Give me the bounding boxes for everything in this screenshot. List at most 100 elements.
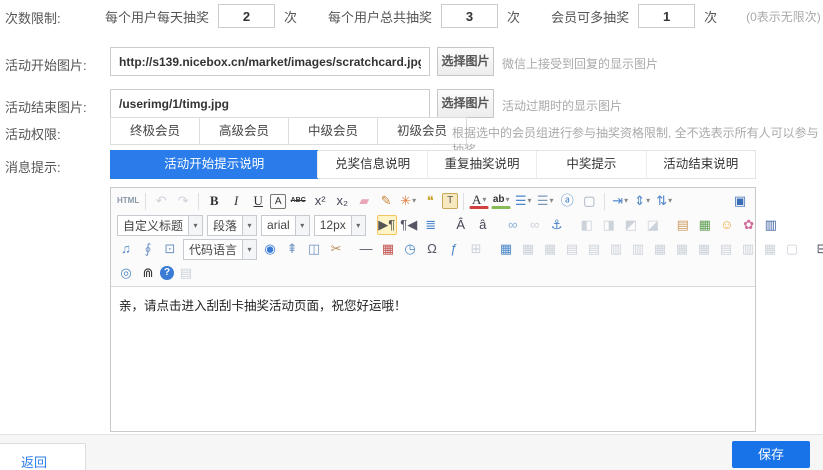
message-tab[interactable]: 兑奖信息说明 — [317, 151, 426, 178]
daily-draws-label: 每个用户每天抽奖 — [105, 7, 209, 26]
help-icon[interactable]: ? — [160, 266, 174, 280]
anchor-icon[interactable]: ⚓ — [547, 215, 567, 235]
save-button[interactable]: 保存 — [732, 441, 810, 468]
graffiti-icon[interactable]: ✿ — [739, 215, 759, 235]
unordered-list-icon[interactable]: ☰▾ — [535, 191, 555, 211]
paragraph-spacing-icon[interactable]: ⇅▾ — [654, 191, 674, 211]
source-icon[interactable]: HTML — [116, 191, 140, 211]
end-image-input[interactable] — [110, 89, 430, 118]
new-page-icon[interactable]: ▢ — [579, 191, 599, 211]
to-lowercase-icon[interactable]: â — [473, 215, 493, 235]
insert-iframe-icon[interactable]: ⊡ — [160, 239, 180, 259]
horizontal-rule-icon[interactable]: — — [356, 239, 376, 259]
search-replace-icon[interactable]: ⋒ — [138, 263, 158, 283]
table-align-left-icon: ▦ — [650, 239, 670, 259]
font-select[interactable]: arial▾ — [261, 215, 310, 236]
member-option[interactable]: 高级会员 — [199, 117, 289, 145]
editor-toolbar: HTML↶↷BIUAABCx²x₂▰✎✳▾❝TA▾ab▾☰▾☰▾ⓐ▢⇥▾⇕▾⇅▾… — [111, 188, 755, 287]
highlight-color-icon[interactable]: ab▾ — [491, 193, 511, 209]
delete-table-icon: ▦ — [518, 239, 538, 259]
chevron-down-icon: ▾ — [506, 190, 510, 210]
upload-image-icon[interactable]: ▦ — [695, 215, 715, 235]
fullscreen-icon[interactable]: ▣ — [730, 191, 750, 211]
ordered-list-icon[interactable]: ☰▾ — [513, 191, 533, 211]
paragraph-select[interactable]: 段落▾ — [207, 215, 257, 236]
to-uppercase-icon[interactable]: Â — [451, 215, 471, 235]
style-anchor-icon[interactable]: ⓐ — [557, 191, 577, 211]
eraser-icon[interactable]: ▰ — [354, 191, 374, 211]
editor-content[interactable]: 亲，请点击进入刮刮卡抽奖活动页面，祝您好运哦！ — [111, 287, 755, 431]
message-tab[interactable]: 重复抽奖说明 — [427, 151, 536, 178]
chevron-down-icon: ▾ — [624, 191, 628, 211]
message-tab[interactable]: 活动结束说明 — [646, 151, 755, 178]
member-option[interactable]: 中级会员 — [288, 117, 378, 145]
preview-icon[interactable]: ◎ — [116, 263, 136, 283]
chevron-down-icon: ▾ — [412, 191, 416, 211]
columns-icon[interactable]: ◫ — [304, 239, 324, 259]
italic-icon[interactable]: I — [226, 191, 246, 211]
sort-table-icon: ▥ — [738, 239, 758, 259]
screenshot-icon[interactable]: ✂ — [326, 239, 346, 259]
toolbar-row-4: ◎⋒?▤ — [113, 261, 753, 285]
image-inline-icon: ◪ — [643, 215, 663, 235]
insert-time-icon[interactable]: ◷ — [400, 239, 420, 259]
subscript-icon[interactable]: x₂ — [332, 191, 352, 211]
font-select-value: arial — [262, 218, 295, 232]
insert-date-icon[interactable]: ▦ — [378, 239, 398, 259]
link-icon[interactable]: ∞ — [503, 215, 523, 235]
message-tabs: 活动开始提示说明兑奖信息说明重复抽奖说明中奖提示活动结束说明 — [110, 150, 756, 179]
table-align-center-icon: ▦ — [672, 239, 692, 259]
start-image-input[interactable] — [110, 47, 430, 76]
member-option[interactable]: 终极会员 — [110, 117, 200, 145]
style-select-value: 自定义标题 — [118, 217, 188, 234]
indent-paragraph-icon[interactable]: ≣ — [421, 215, 441, 235]
chevron-down-icon: ▾ — [482, 190, 486, 210]
superscript-icon[interactable]: x² — [310, 191, 330, 211]
member-extra-draws-input[interactable] — [638, 4, 695, 28]
first-line-indent-icon[interactable]: ▶¶ — [377, 215, 397, 235]
rtl-paragraph-icon[interactable]: ¶◀ — [399, 215, 419, 235]
total-draws-input[interactable] — [441, 4, 498, 28]
code-language-select-value: 代码语言 — [184, 241, 242, 258]
message-tab[interactable]: 中奖提示 — [536, 151, 645, 178]
chevron-down-icon: ▾ — [528, 191, 532, 211]
attachment-icon[interactable]: ∮ — [138, 239, 158, 259]
underline-icon[interactable]: U — [248, 191, 268, 211]
size-select[interactable]: 12px▾ — [314, 215, 366, 236]
strikethrough-icon[interactable]: ABC — [288, 191, 308, 211]
page-break-icon[interactable]: ⇞ — [282, 239, 302, 259]
chevron-down-icon: ▾ — [550, 191, 554, 211]
format-painter-icon[interactable]: ✎ — [376, 191, 396, 211]
line-height-icon[interactable]: ⇕▾ — [632, 191, 652, 211]
split-cells-icon: ▥ — [628, 239, 648, 259]
start-image-pick-button[interactable]: 选择图片 — [437, 47, 494, 76]
back-button[interactable]: 返回 — [0, 443, 86, 470]
blockquote-icon[interactable]: ❝ — [420, 191, 440, 211]
table-background-icon: ▦ — [760, 239, 780, 259]
insert-image-icon[interactable]: ▤ — [673, 215, 693, 235]
insert-table-icon[interactable]: ▦ — [496, 239, 516, 259]
permission-label: 活动权限: — [5, 124, 61, 143]
font-color-icon[interactable]: A▾ — [469, 193, 489, 209]
message-tab[interactable]: 活动开始提示说明 — [110, 150, 318, 179]
chevron-down-icon: ▾ — [188, 216, 202, 235]
style-select[interactable]: 自定义标题▾ — [117, 215, 203, 236]
map-icon[interactable]: ◉ — [260, 239, 280, 259]
bold-icon[interactable]: B — [204, 191, 224, 211]
bordered-text-icon[interactable]: A — [270, 194, 286, 209]
end-image-pick-button[interactable]: 选择图片 — [437, 89, 494, 118]
daily-draws-input[interactable] — [218, 4, 275, 28]
paste-as-text-icon[interactable]: T — [442, 193, 458, 209]
indent-icon[interactable]: ⇥▾ — [610, 191, 630, 211]
emoji-icon[interactable]: ☺ — [717, 215, 737, 235]
insert-video-icon[interactable]: ▥ — [761, 215, 781, 235]
start-image-label: 活动开始图片: — [5, 55, 87, 74]
print-icon[interactable]: ⊟ — [812, 239, 823, 259]
local-snapshot-icon: ⊞ — [466, 239, 486, 259]
special-characters-icon[interactable]: Ω — [422, 239, 442, 259]
scrawl-icon[interactable]: ✳▾ — [398, 191, 418, 211]
formula-icon[interactable]: ƒ — [444, 239, 464, 259]
paragraph-select-value: 段落 — [208, 217, 242, 234]
music-icon[interactable]: ♫ — [116, 239, 136, 259]
code-language-select[interactable]: 代码语言▾ — [183, 239, 257, 260]
